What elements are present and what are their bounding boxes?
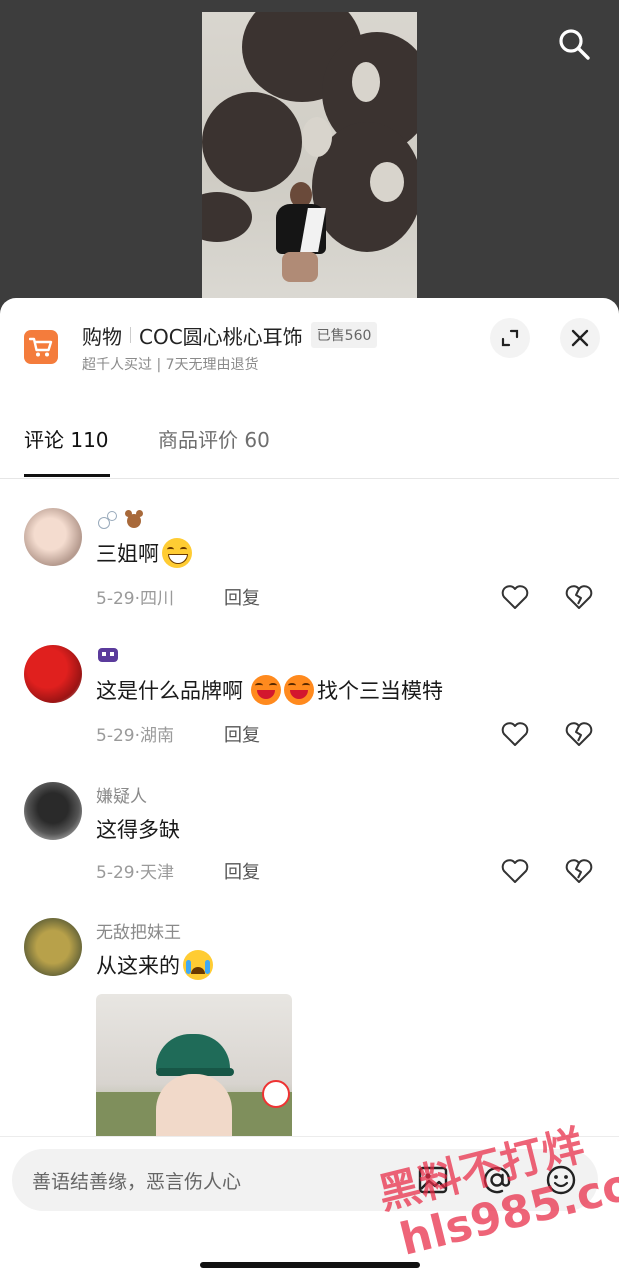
comment-text-content: 这是什么品牌啊 — [96, 679, 243, 703]
comment-meta: 5-29·四川 — [96, 584, 174, 609]
comment-text: 三姐啊 — [96, 538, 192, 568]
divider — [130, 327, 131, 343]
comment-sheet: 购物 COC圆心桃心耳饰 已售560 超千人买过 | 7天无理由退货 评论 11… — [0, 298, 619, 1281]
search-button[interactable] — [552, 22, 596, 66]
expand-button[interactable] — [490, 318, 530, 358]
video-thumbnail[interactable] — [202, 12, 417, 312]
product-title-row: 购物 COC圆心桃心耳饰 已售560 — [82, 320, 378, 350]
teddy-bear-icon — [123, 508, 145, 530]
tab-bar: 评论 110 商品评价 60 — [0, 410, 619, 479]
comment-location: 天津 — [140, 863, 174, 883]
alien-monster-icon — [96, 645, 120, 665]
product-header[interactable]: 购物 COC圆心桃心耳饰 已售560 超千人买过 | 7天无理由退货 — [0, 298, 619, 390]
broken-heart-icon[interactable] — [564, 582, 594, 612]
comment-text-content: 从这来的 — [96, 954, 180, 978]
username — [96, 645, 120, 665]
heart-icon[interactable] — [500, 582, 530, 612]
heart-icon[interactable] — [500, 856, 530, 886]
video-background — [0, 0, 619, 320]
close-icon — [571, 329, 589, 347]
reply-button[interactable]: 回复 — [224, 584, 260, 610]
comment-location: 四川 — [140, 589, 174, 609]
image-icon[interactable] — [416, 1163, 450, 1197]
product-category: 购物 — [82, 324, 122, 349]
comment-text-content: 三姐啊 — [96, 542, 159, 566]
search-icon — [559, 29, 590, 60]
broken-heart-icon[interactable] — [564, 856, 594, 886]
comment-location: 湖南 — [140, 726, 174, 746]
input-placeholder: 善语结善缘，恶言伤人心 — [32, 1171, 242, 1193]
comment-meta: 5-29·湖南 — [96, 721, 174, 746]
reply-button[interactable]: 回复 — [224, 858, 260, 884]
product-title: COC圆心桃心耳饰 — [139, 324, 303, 349]
username: 嫌疑人 — [96, 787, 147, 807]
avatar[interactable] — [24, 645, 82, 703]
comment-text: 从这来的 — [96, 950, 213, 980]
crying-emoji-icon — [183, 950, 213, 980]
crying-laughing-emoji-icon — [284, 675, 314, 705]
comment-date: 5-29 — [96, 863, 135, 883]
product-subtitle: 超千人买过 | 7天无理由退货 — [82, 357, 259, 373]
comment-input[interactable]: 善语结善缘，恶言伤人心 — [12, 1149, 598, 1211]
username: 无敌把妹王 — [96, 923, 181, 943]
broken-heart-icon[interactable] — [564, 719, 594, 749]
home-indicator — [200, 1262, 420, 1268]
tab-product-reviews[interactable]: 商品评价 60 — [158, 424, 270, 453]
emoji-picker-icon[interactable] — [544, 1163, 578, 1197]
sold-count-badge: 已售560 — [310, 322, 378, 348]
avatar[interactable] — [24, 508, 82, 566]
comment-date: 5-29 — [96, 589, 135, 609]
close-button[interactable] — [560, 318, 600, 358]
comment-text: 这是什么品牌啊 找个三当模特 — [96, 675, 443, 705]
at-mention-icon[interactable] — [480, 1163, 514, 1197]
comment-input-bar: 善语结善缘，恶言伤人心 — [0, 1136, 619, 1281]
model-figure — [270, 182, 330, 287]
comment-text-content-2: 找个三当模特 — [317, 679, 443, 703]
comment-date: 5-29 — [96, 726, 135, 746]
tab-comments[interactable]: 评论 110 — [24, 424, 109, 453]
avatar[interactable] — [24, 782, 82, 840]
comment-image[interactable] — [96, 994, 292, 1144]
comment-text: 这得多缺 — [96, 814, 180, 844]
avatar[interactable] — [24, 918, 82, 976]
shopping-cart-icon — [24, 330, 58, 364]
active-tab-indicator — [24, 474, 110, 477]
bubbles-icon — [96, 509, 118, 529]
comment-meta: 5-29·天津 — [96, 858, 174, 883]
comment-text-content: 这得多缺 — [96, 818, 180, 842]
expand-icon — [501, 329, 519, 347]
crying-laughing-emoji-icon — [251, 675, 281, 705]
laughing-tears-emoji-icon — [162, 538, 192, 568]
heart-icon[interactable] — [500, 719, 530, 749]
reply-button[interactable]: 回复 — [224, 721, 260, 747]
username — [96, 508, 145, 530]
